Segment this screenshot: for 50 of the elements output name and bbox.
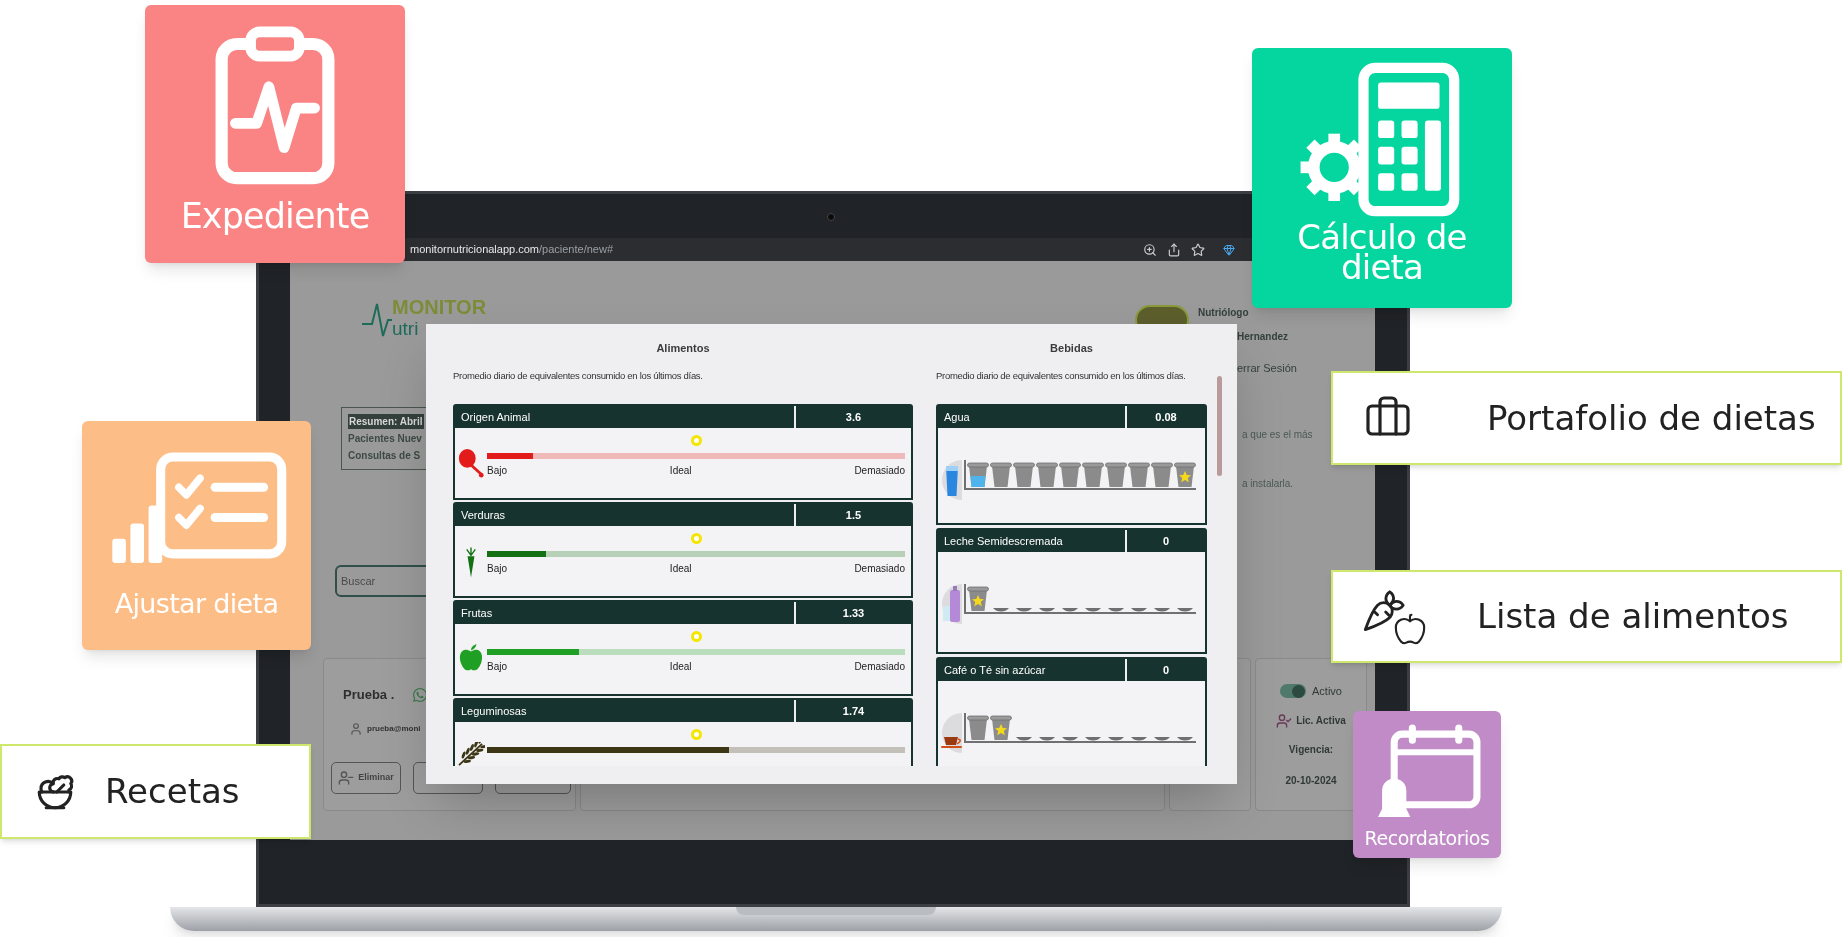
patient-name: Prueba . bbox=[343, 686, 395, 704]
notice-text: a que es el más bbox=[1241, 427, 1314, 442]
feature-label: Cálculo de dieta bbox=[1296, 222, 1468, 282]
category-name: Leche Semidescremada bbox=[938, 530, 1125, 552]
feature-label: Portafolio de dietas bbox=[1487, 396, 1816, 440]
category-name: Verduras bbox=[455, 504, 794, 526]
user-name: Hernandez bbox=[1236, 330, 1290, 344]
summary-title: Resumen: Abril bbox=[348, 414, 424, 429]
license-status: Lic. Activa bbox=[1296, 714, 1346, 728]
category-value: 1.33 bbox=[794, 602, 911, 624]
summary-line: Pacientes Nuev bbox=[348, 432, 422, 446]
feature-label: Lista de alimentos bbox=[1477, 595, 1789, 638]
notice-text: a instalarla. bbox=[1241, 476, 1295, 491]
delete-button[interactable]: Eliminar bbox=[331, 761, 401, 794]
patient-email: prueba@moni bbox=[367, 722, 421, 735]
summary-line: Consultas de S bbox=[348, 449, 421, 463]
toggle-label: Activo bbox=[1312, 684, 1342, 699]
app-logo: MONITOR utri bbox=[362, 296, 487, 340]
feature-label: Expediente bbox=[180, 197, 370, 235]
scale-label: Demasiado bbox=[854, 464, 905, 478]
category-name: Leguminosas bbox=[455, 700, 794, 722]
category-value: 0 bbox=[1125, 530, 1205, 552]
scale-label: Demasiado bbox=[854, 562, 905, 576]
category-value: 3.6 bbox=[794, 406, 911, 428]
feature-label: Recetas bbox=[105, 770, 240, 813]
feature-label: Recordatorios bbox=[1364, 827, 1490, 849]
scale-label: Bajo bbox=[487, 660, 507, 674]
column-title: Alimentos bbox=[655, 341, 711, 355]
scale-label: Ideal bbox=[669, 660, 692, 674]
scale-label: Bajo bbox=[487, 562, 507, 576]
validity-label: Vigencia: bbox=[1288, 742, 1334, 757]
category-value: 1.5 bbox=[794, 504, 911, 526]
category-value: 0.08 bbox=[1125, 406, 1205, 428]
scale-label: Bajo bbox=[487, 464, 507, 478]
category-value: 1.74 bbox=[794, 700, 911, 722]
scale-label: Ideal bbox=[669, 562, 692, 576]
category-name: Frutas bbox=[455, 602, 794, 624]
category-name: Café o Té sin azúcar bbox=[938, 659, 1125, 681]
category-value: 0 bbox=[1125, 659, 1205, 681]
user-role: Nutriólogo bbox=[1198, 306, 1249, 320]
scale-label: Demasiado bbox=[854, 660, 905, 674]
column-title: Bebidas bbox=[1049, 341, 1094, 355]
column-subtitle: Promedio diario de equivalentes consumido en los últimos días. bbox=[936, 369, 1187, 382]
feature-label: Ajustar dieta bbox=[114, 589, 279, 619]
url-text[interactable]: monitornutricionalapp.com/paciente/new# bbox=[410, 241, 613, 258]
category-name: Agua bbox=[938, 406, 1125, 428]
validity-date: 20-10-2024 bbox=[1285, 773, 1337, 788]
scale-label: Ideal bbox=[669, 464, 692, 478]
column-subtitle: Promedio diario de equivalentes consumido en los últimos días. bbox=[453, 369, 704, 382]
category-name: Origen Animal bbox=[455, 406, 794, 428]
